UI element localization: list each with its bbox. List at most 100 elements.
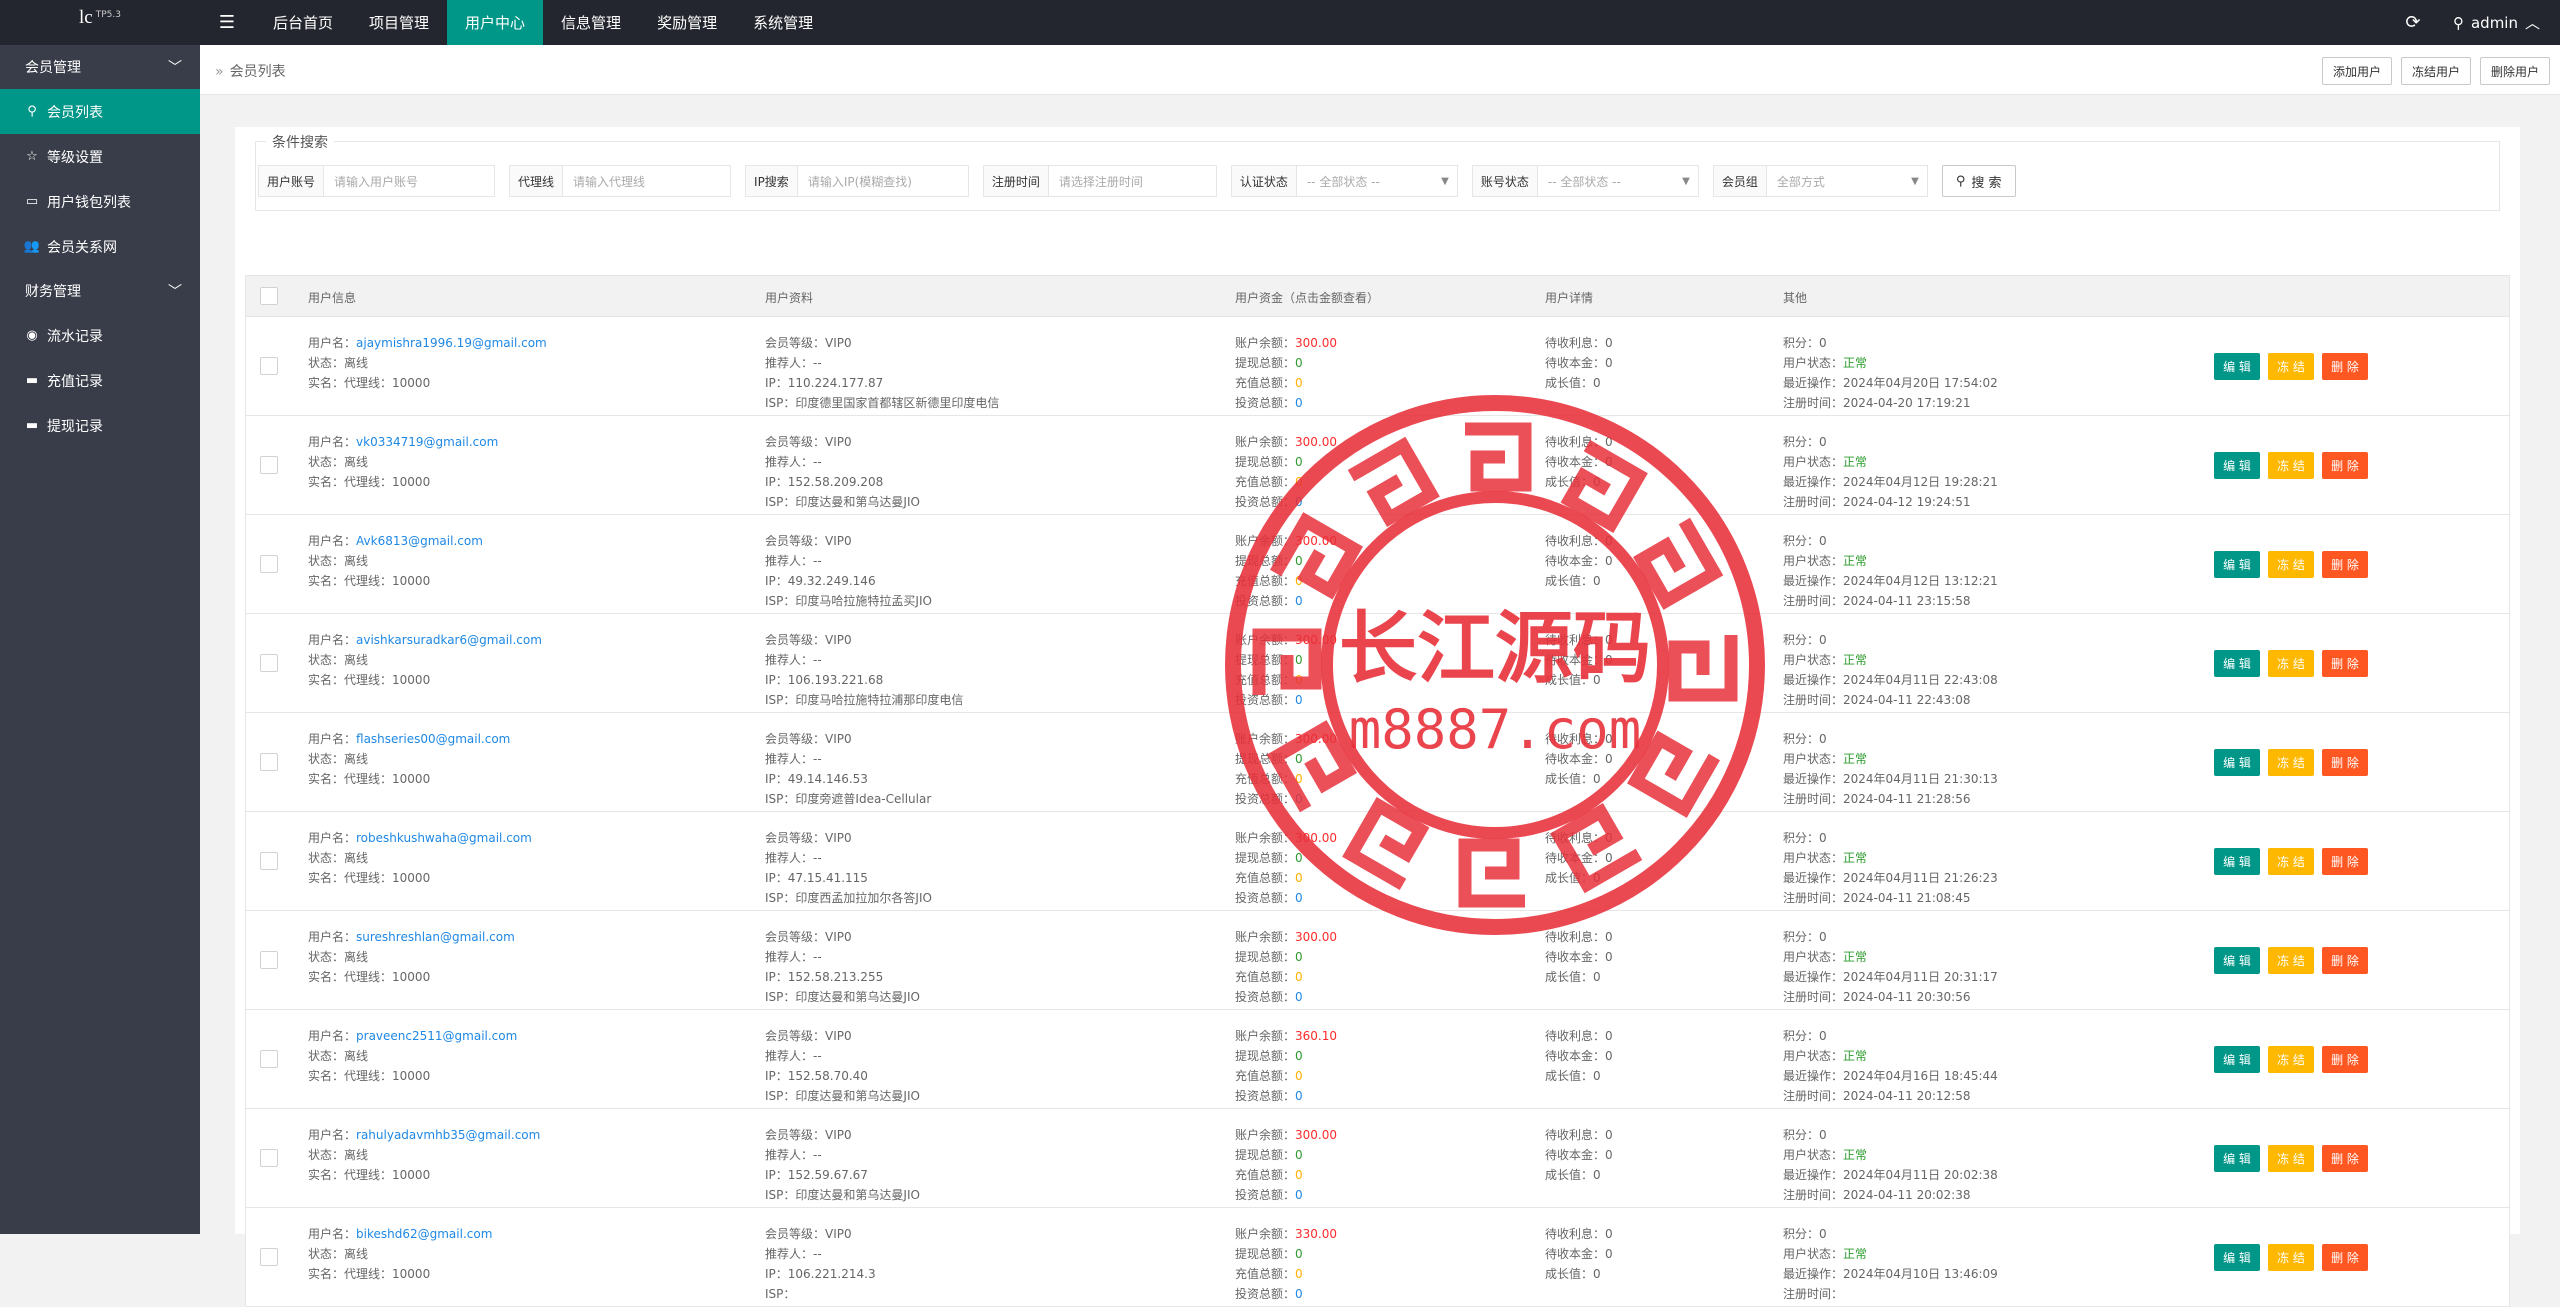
sidebar-item[interactable]: ▬ 提现记录 (0, 403, 200, 448)
sidebar-group-finance[interactable]: 财务管理 ﹀ (0, 269, 200, 313)
freeze-button[interactable]: 冻 结 (2268, 1046, 2314, 1073)
balance-amount[interactable]: 300.00 (1295, 633, 1337, 647)
recharge-amount[interactable]: 0 (1295, 772, 1303, 786)
username[interactable]: flashseries00@gmail.com (356, 732, 510, 746)
username[interactable]: robeshkushwaha@gmail.com (356, 831, 532, 845)
withdraw-amount[interactable]: 0 (1295, 356, 1303, 370)
ip-input[interactable]: 请输入IP(模糊查找) (798, 166, 968, 196)
delete-button[interactable]: 删 除 (2322, 551, 2368, 578)
auth-select[interactable]: -- 全部状态 -- ▼ (1297, 166, 1457, 196)
freeze-button[interactable]: 冻 结 (2268, 452, 2314, 479)
row-checkbox[interactable] (260, 1050, 278, 1068)
username[interactable]: sureshreshlan@gmail.com (356, 930, 515, 944)
username-input[interactable]: 请输入用户账号 (324, 166, 494, 196)
delete-button[interactable]: 删 除 (2322, 452, 2368, 479)
recharge-amount[interactable]: 0 (1295, 970, 1303, 984)
balance-amount[interactable]: 360.10 (1295, 1029, 1337, 1043)
sidebar-item[interactable]: ▬ 充值记录 (0, 358, 200, 403)
agent-input[interactable]: 请输入代理线 (563, 166, 730, 196)
edit-button[interactable]: 编 辑 (2214, 353, 2260, 380)
edit-button[interactable]: 编 辑 (2214, 749, 2260, 776)
sidebar-item[interactable]: ⚲ 会员列表 (0, 89, 200, 134)
search-button[interactable]: ⚲ 搜 索 (1941, 165, 2016, 197)
row-checkbox[interactable] (260, 456, 278, 474)
recharge-amount[interactable]: 0 (1295, 376, 1303, 390)
delete-button[interactable]: 删 除 (2322, 353, 2368, 380)
username[interactable]: praveenc2511@gmail.com (356, 1029, 517, 1043)
top-nav-item[interactable]: 后台首页 (255, 0, 351, 45)
recharge-amount[interactable]: 0 (1295, 673, 1303, 687)
account-select[interactable]: -- 全部状态 -- ▼ (1538, 166, 1698, 196)
sidebar-item[interactable]: 👥 会员关系网 (0, 224, 200, 269)
group-select[interactable]: 全部方式 ▼ (1767, 166, 1927, 196)
username[interactable]: avishkarsuradkar6@gmail.com (356, 633, 542, 647)
top-nav-item[interactable]: 用户中心 (447, 0, 544, 45)
freeze-button[interactable]: 冻 结 (2268, 947, 2314, 974)
row-checkbox[interactable] (260, 951, 278, 969)
select-all-checkbox[interactable] (260, 287, 278, 305)
row-checkbox[interactable] (260, 852, 278, 870)
invest-amount[interactable]: 0 (1295, 1287, 1303, 1301)
freeze-button[interactable]: 冻 结 (2268, 551, 2314, 578)
sidebar-group-members[interactable]: 会员管理 ﹀ (0, 45, 200, 89)
balance-amount[interactable]: 300.00 (1295, 435, 1337, 449)
regtime-input[interactable]: 请选择注册时间 (1049, 166, 1216, 196)
recharge-amount[interactable]: 0 (1295, 1168, 1303, 1182)
edit-button[interactable]: 编 辑 (2214, 947, 2260, 974)
invest-amount[interactable]: 0 (1295, 891, 1303, 905)
row-checkbox[interactable] (260, 753, 278, 771)
invest-amount[interactable]: 0 (1295, 495, 1303, 509)
sidebar-item[interactable]: ☆ 等级设置 (0, 134, 200, 179)
top-nav-item[interactable]: 项目管理 (351, 0, 447, 45)
row-checkbox[interactable] (260, 1149, 278, 1167)
edit-button[interactable]: 编 辑 (2214, 650, 2260, 677)
freeze-button[interactable]: 冻 结 (2268, 1244, 2314, 1271)
recharge-amount[interactable]: 0 (1295, 475, 1303, 489)
add-user-button[interactable]: 添加用户 (2321, 57, 2392, 85)
recharge-amount[interactable]: 0 (1295, 1267, 1303, 1281)
balance-amount[interactable]: 330.00 (1295, 1227, 1337, 1241)
sidebar-item[interactable]: ▭ 用户钱包列表 (0, 179, 200, 224)
recharge-amount[interactable]: 0 (1295, 871, 1303, 885)
edit-button[interactable]: 编 辑 (2214, 1145, 2260, 1172)
freeze-button[interactable]: 冻 结 (2268, 848, 2314, 875)
delete-button[interactable]: 删 除 (2322, 1244, 2368, 1271)
withdraw-amount[interactable]: 0 (1295, 851, 1303, 865)
edit-button[interactable]: 编 辑 (2214, 1244, 2260, 1271)
sidebar-item[interactable]: ◉ 流水记录 (0, 313, 200, 358)
delete-button[interactable]: 删 除 (2322, 1145, 2368, 1172)
balance-amount[interactable]: 300.00 (1295, 930, 1337, 944)
invest-amount[interactable]: 0 (1295, 594, 1303, 608)
withdraw-amount[interactable]: 0 (1295, 554, 1303, 568)
top-nav-item[interactable]: 信息管理 (543, 0, 639, 45)
freeze-button[interactable]: 冻 结 (2268, 353, 2314, 380)
invest-amount[interactable]: 0 (1295, 792, 1303, 806)
balance-amount[interactable]: 300.00 (1295, 1128, 1337, 1142)
delete-button[interactable]: 删 除 (2322, 749, 2368, 776)
recharge-amount[interactable]: 0 (1295, 574, 1303, 588)
row-checkbox[interactable] (260, 654, 278, 672)
refresh-icon[interactable]: ⟳ (2393, 0, 2433, 45)
withdraw-amount[interactable]: 0 (1295, 950, 1303, 964)
edit-button[interactable]: 编 辑 (2214, 848, 2260, 875)
delete-button[interactable]: 删 除 (2322, 1046, 2368, 1073)
delete-button[interactable]: 删 除 (2322, 848, 2368, 875)
invest-amount[interactable]: 0 (1295, 1188, 1303, 1202)
freeze-user-button[interactable]: 冻结用户 (2400, 57, 2471, 85)
row-checkbox[interactable] (260, 357, 278, 375)
top-nav-item[interactable]: 奖励管理 (639, 0, 735, 45)
withdraw-amount[interactable]: 0 (1295, 455, 1303, 469)
username[interactable]: bikeshd62@gmail.com (356, 1227, 492, 1241)
balance-amount[interactable]: 300.00 (1295, 831, 1337, 845)
edit-button[interactable]: 编 辑 (2214, 452, 2260, 479)
delete-button[interactable]: 删 除 (2322, 947, 2368, 974)
withdraw-amount[interactable]: 0 (1295, 1247, 1303, 1261)
edit-button[interactable]: 编 辑 (2214, 1046, 2260, 1073)
balance-amount[interactable]: 300.00 (1295, 534, 1337, 548)
row-checkbox[interactable] (260, 555, 278, 573)
withdraw-amount[interactable]: 0 (1295, 653, 1303, 667)
freeze-button[interactable]: 冻 结 (2268, 1145, 2314, 1172)
invest-amount[interactable]: 0 (1295, 396, 1303, 410)
admin-menu[interactable]: ⚲ admin ︿ (2433, 0, 2560, 45)
balance-amount[interactable]: 300.00 (1295, 732, 1337, 746)
